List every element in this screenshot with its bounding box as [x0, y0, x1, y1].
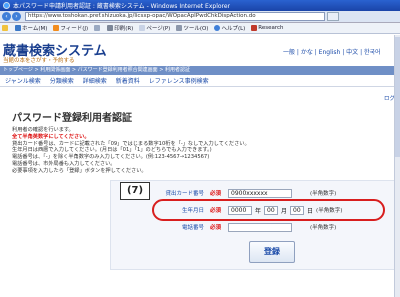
feed-button[interactable]: フィード(J)	[53, 24, 88, 32]
instruction-line: 電話番号は、市外局番も入力してください。	[12, 160, 116, 167]
tools-menu-button[interactable]: ツール(O)	[176, 24, 208, 32]
vertical-scrollbar[interactable]	[394, 35, 400, 297]
internet-explorer-icon	[3, 2, 10, 9]
page-icon	[139, 25, 146, 31]
back-button[interactable]: ‹	[2, 12, 11, 21]
card-number-row: 貸出カード番号 必須 0900xxxxxx (半角数字)	[150, 188, 336, 198]
research-icon	[251, 25, 258, 31]
birth-date-highlight	[152, 199, 385, 221]
mail-button[interactable]	[94, 25, 101, 31]
feed-icon	[53, 25, 60, 31]
url-field[interactable]: https://www.toshokan.pref.shizuoka.jp/li…	[25, 12, 325, 21]
register-button[interactable]: 登録	[249, 241, 295, 263]
site-header: 蔵書検索システム 当館の本をさがす・予約する 一般 | かな | English…	[0, 35, 400, 65]
menu-advanced-search[interactable]: 詳細検索	[83, 76, 107, 85]
window-titlebar: 本パスワード申請利用者認証 : 蔵書検索システム - Windows Inter…	[0, 0, 400, 11]
help-icon	[214, 25, 221, 31]
favorites-button[interactable]	[2, 25, 9, 31]
card-number-label: 貸出カード番号	[165, 191, 204, 197]
language-links[interactable]: 一般 | かな | English | 中文 | 한국어	[283, 47, 381, 56]
required-badge: 必須	[210, 191, 222, 197]
phone-label: 電話番号	[181, 225, 204, 231]
research-button[interactable]: Research	[251, 25, 284, 31]
tools-icon	[176, 25, 183, 31]
instruction-line: 必要事項を入力したら「登録」ボタンを押してください。	[12, 167, 147, 174]
instruction-warning: 全て半角英数字にしてください。	[12, 133, 90, 140]
search-menu: ジャンル検索 分類検索 詳細検索 新着資料 レファレンス事例検索	[0, 75, 400, 87]
favorites-star-icon	[2, 25, 8, 31]
page-menu-button[interactable]: ページ(P)	[139, 24, 170, 32]
card-number-input[interactable]: 0900xxxxxx	[228, 188, 292, 198]
print-icon	[107, 25, 114, 31]
card-number-hint: (半角数字)	[310, 191, 337, 197]
phone-hint: (半角数字)	[310, 225, 337, 231]
page-title: パスワード登録利用者認証	[12, 113, 132, 124]
phone-input[interactable]	[228, 222, 292, 232]
window-title: 本パスワード申請利用者認証 : 蔵書検索システム - Windows Inter…	[13, 3, 231, 10]
menu-new-arrivals[interactable]: 新着資料	[116, 76, 140, 85]
address-bar: ‹ › https://www.toshokan.pref.shizuoka.j…	[0, 11, 400, 23]
site-subtitle: 当館の本をさがす・予約する	[3, 58, 75, 64]
step-annotation: (7)	[120, 182, 150, 200]
help-menu-button[interactable]: ヘルプ(L)	[214, 24, 245, 32]
instruction-line: 電話番号は、「-」を除く半角数字のみ入力してください。(例:123-4567→1…	[12, 154, 210, 161]
instruction-line: 利用者の確認を行います。	[12, 127, 74, 133]
menu-classification-search[interactable]: 分類検索	[50, 76, 74, 85]
forward-button[interactable]: ›	[12, 12, 21, 21]
refresh-button[interactable]	[327, 12, 339, 21]
print-button[interactable]: 印刷(R)	[107, 24, 133, 32]
home-button[interactable]: ホーム(M)	[15, 24, 47, 32]
required-badge: 必須	[210, 225, 222, 231]
phone-row: 電話番号 必須 (半角数字)	[150, 222, 336, 232]
menu-reference-search[interactable]: レファレンス事例検索	[149, 76, 209, 85]
home-icon	[15, 25, 21, 31]
instructions: 利用者の確認を行います。 全て半角英数字にしてください。 貸出カード番号は、カー…	[12, 127, 352, 175]
scrollbar-thumb[interactable]	[395, 37, 400, 157]
menu-genre-search[interactable]: ジャンル検索	[5, 76, 41, 85]
breadcrumb[interactable]: トップページ > 利用関係画面 > パスワード登録利用者照合関連画面 > 利用者…	[0, 66, 400, 75]
browser-toolbar: ホーム(M) フィード(J) 印刷(R) ページ(P) ツール(O) ヘルプ(L…	[0, 23, 400, 34]
mail-icon	[94, 25, 101, 31]
